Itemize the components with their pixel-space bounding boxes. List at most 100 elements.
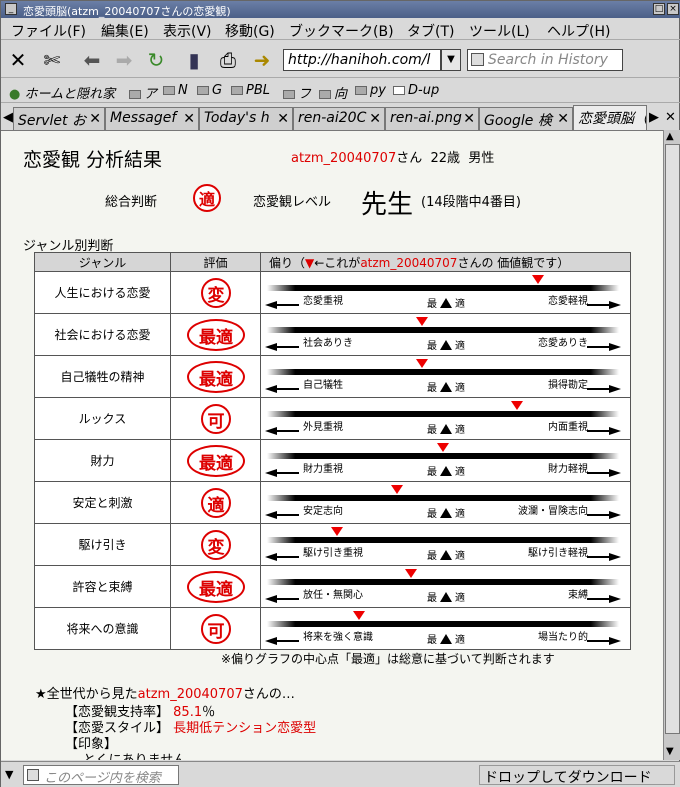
menu-help[interactable]: ヘルプ(H) [547, 21, 610, 41]
bookmark-home[interactable]: ● ホームと隠れ家 [9, 83, 115, 102]
bias-graph: 放任・無関心 束縛最適 [260, 565, 631, 608]
genre-eval-cell: 適 [170, 481, 261, 524]
user-id[interactable]: atzm_20040707 [291, 151, 396, 166]
bookmark-book-icon[interactable]: ▮ [181, 47, 207, 73]
genre-rows: 人生における恋愛変恋愛重視 恋愛軽視最適社会における恋愛 最適 社会ありき 恋愛ありき最… [34, 271, 631, 650]
tab-close-icon[interactable]: ✕ [369, 111, 381, 127]
bias-marker-icon [510, 401, 523, 410]
bookmark-folder-n[interactable]: N [163, 83, 188, 98]
genre-name: 許容と束縛 [34, 565, 171, 608]
bookmark-folder-fu[interactable]: フ [283, 83, 311, 102]
optimum-label-b: 適 [455, 383, 465, 394]
title-bar: 恋愛頭脳(atzm_20040707さんの恋愛観) _ □ × [1, 1, 680, 18]
bookmark-folder-pbl[interactable]: PBL [231, 83, 270, 98]
close-tab-icon[interactable]: ✕ [665, 110, 676, 125]
maximize-button[interactable]: □ [653, 3, 665, 15]
right-arrow-icon [587, 592, 621, 603]
bookmark-folder-g[interactable]: G [197, 83, 222, 98]
bookmark-folder-mukai[interactable]: 向 [319, 83, 347, 102]
find-in-page-field[interactable]: このページ内を検索 [23, 765, 179, 786]
genre-eval-cell: 可 [170, 397, 261, 440]
tools-icon[interactable]: ✄ [39, 47, 65, 73]
optimum-label-b: 適 [455, 635, 465, 646]
bookmark-folder-a[interactable]: ア [129, 83, 157, 102]
eval-stamp: 可 [201, 614, 231, 644]
back-icon[interactable]: ⬅ [79, 47, 105, 73]
optimum-label-b: 適 [455, 341, 465, 352]
menu-bookmarks[interactable]: ブックマーク(B) [289, 21, 394, 41]
tab-messagef[interactable]: Messagef ✕ [105, 107, 199, 130]
genre-name: 自己犠牲の精神 [34, 355, 171, 398]
bias-right-label: 損得勘定 [548, 380, 588, 391]
tab-todays[interactable]: Today's h ✕ [199, 107, 293, 130]
tab-close-icon[interactable]: ✕ [463, 111, 475, 127]
optimum-label-b: 適 [455, 467, 465, 478]
menu-view[interactable]: 表示(V) [163, 21, 212, 41]
tab-renai-zunou-active[interactable]: 恋愛頭脳（ [573, 105, 647, 130]
down-triangle-icon: ▼ [305, 255, 315, 270]
bias-right-label: 恋愛軽視 [548, 296, 588, 307]
print-icon[interactable]: ⎙ [215, 47, 241, 73]
close-window-button[interactable]: × [667, 3, 679, 15]
menu-tabs[interactable]: タブ(T) [407, 21, 454, 41]
left-arrow-icon [265, 298, 299, 309]
forward-icon[interactable]: ➡ [111, 47, 137, 73]
bias-bar [267, 537, 619, 543]
reload-icon[interactable]: ↻ [143, 47, 169, 73]
optimum-label-a: 最 [427, 467, 437, 478]
overall-label: 総合判断 [105, 195, 158, 210]
go-icon[interactable]: ➜ [249, 47, 275, 73]
drop-download-zone[interactable]: ドロップしてダウンロード [479, 765, 675, 786]
tab-close-icon[interactable]: ✕ [557, 111, 569, 127]
bias-right-label: 駆け引き軽視 [528, 548, 588, 559]
bias-graph: 社会ありき 恋愛ありき最適 [260, 313, 631, 356]
tab-bar: ◀ Servlet お ✕ Messagef ✕ Today's h ✕ ren-ai… [1, 104, 680, 130]
page-content: 恋愛観 分析結果 atzm_20040707さん 22歳 男性 総合判断 適 恋… [1, 130, 663, 760]
history-search-field[interactable]: Search in History [467, 49, 623, 71]
tab-google[interactable]: Google 検 ✕ [479, 107, 573, 130]
url-field[interactable]: http://hanihoh.com/l [283, 49, 441, 71]
optimum-label-a: 最 [427, 593, 437, 604]
tab-scroll-left-icon[interactable]: ◀ [3, 110, 13, 125]
right-arrow-icon [587, 508, 621, 519]
right-arrow-icon [587, 424, 621, 435]
menu-tools[interactable]: ツール(L) [469, 21, 530, 41]
left-arrow-icon [265, 592, 299, 603]
up-triangle-icon [440, 634, 452, 644]
col-genre: ジャンル [34, 252, 171, 272]
eval-stamp: 変 [201, 278, 231, 308]
bias-graph: 外見重視 内面重視最適 [260, 397, 631, 440]
menu-file[interactable]: ファイル(F) [11, 21, 86, 41]
bias-left-label: 自己犠牲 [303, 380, 343, 391]
tab-close-icon[interactable]: ✕ [183, 111, 195, 127]
optimum-label-b: 適 [455, 593, 465, 604]
bias-bar [267, 369, 619, 375]
window-menu-button[interactable]: _ [5, 3, 17, 15]
browser-window: 恋愛頭脳(atzm_20040707さんの恋愛観) _ □ × ファイル(F) … [0, 0, 680, 787]
tab-close-icon[interactable]: ✕ [89, 111, 101, 127]
stop-icon[interactable]: ✕ [5, 47, 31, 73]
genre-name: 社会における恋愛 [34, 313, 171, 356]
bias-marker-icon [331, 527, 344, 536]
findbar-toggle-icon[interactable]: ▼ [5, 768, 13, 781]
menu-edit[interactable]: 編集(E) [101, 21, 149, 41]
url-dropdown-icon[interactable]: ▼ [441, 49, 461, 71]
bookmark-d-up[interactable]: D-up [393, 83, 439, 98]
tab-ren-ai-png[interactable]: ren-ai.png ✕ [385, 107, 479, 130]
all-generation-line: ★全世代から見たatzm_20040707さんの… [35, 687, 295, 702]
bookmark-folder-py[interactable]: py [355, 83, 386, 98]
up-triangle-icon [440, 382, 452, 392]
vertical-scrollbar[interactable]: ▲ ▼ [663, 130, 680, 760]
scroll-thumb[interactable] [665, 144, 680, 734]
tab-ren-ai20[interactable]: ren-ai20C ✕ [293, 107, 385, 130]
optimum-label-b: 適 [455, 551, 465, 562]
folder-icon [283, 90, 295, 99]
tab-servlet[interactable]: Servlet お ✕ [13, 107, 105, 130]
tab-scroll-right-icon[interactable]: ▶ [649, 110, 659, 125]
scroll-up-icon[interactable]: ▲ [666, 131, 674, 142]
menu-go[interactable]: 移動(G) [225, 21, 275, 41]
genre-row: 駆け引き変駆け引き重視 駆け引き軽視最適 [34, 523, 631, 566]
scroll-down-icon[interactable]: ▼ [666, 746, 674, 757]
eval-stamp: 最適 [187, 319, 245, 351]
tab-close-icon[interactable]: ✕ [277, 111, 289, 127]
